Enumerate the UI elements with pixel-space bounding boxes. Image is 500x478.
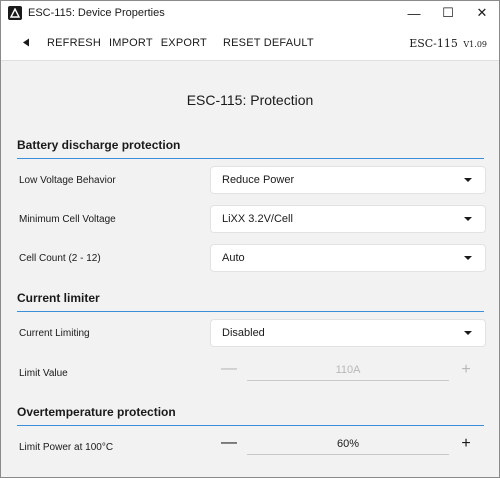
low-voltage-select[interactable]: Reduce Power — [211, 167, 485, 193]
cell-count-label: Cell Count (2 - 12) — [19, 253, 101, 264]
chevron-down-icon — [464, 217, 472, 221]
limit-power-label: Limit Power at 100°C — [19, 442, 114, 453]
close-icon[interactable]: ✕ — [465, 1, 499, 25]
reset-default-button[interactable]: RESET DEFAULT — [223, 37, 314, 49]
window-title: ESC-115: Device Properties — [28, 7, 165, 19]
min-cell-voltage-label: Minimum Cell Voltage — [19, 214, 116, 225]
section-header-overtemperature: Overtemperature protection — [17, 405, 484, 426]
current-limiting-label: Current Limiting — [19, 328, 90, 339]
firmware-version: V1.09 — [463, 40, 487, 49]
section-header-current-limiter: Current limiter — [17, 291, 484, 312]
cell-count-select[interactable]: Auto — [211, 245, 485, 271]
title-bar[interactable]: ESC-115: Device Properties — ☐ ✕ — [1, 1, 499, 25]
chevron-down-icon — [464, 178, 472, 182]
page-title: ESC-115: Protection — [186, 92, 314, 108]
device-model-label: ESC-115 V1.09 — [409, 37, 487, 50]
protection-panel: ESC-115: Protection Battery discharge pr… — [1, 62, 499, 477]
minimize-icon[interactable]: — — [397, 1, 431, 25]
export-button[interactable]: EXPORT — [161, 37, 207, 49]
maximize-icon[interactable]: ☐ — [431, 1, 465, 25]
min-cell-voltage-value: LiXX 3.2V/Cell — [222, 213, 293, 225]
low-voltage-value: Reduce Power — [222, 174, 295, 186]
window-controls: — ☐ ✕ — [397, 1, 499, 25]
limit-value-increment-button[interactable]: + — [458, 361, 474, 379]
section-header-battery: Battery discharge protection — [17, 138, 484, 159]
device-model: ESC-115 — [409, 37, 458, 50]
current-limiting-select[interactable]: Disabled — [211, 320, 485, 346]
limit-value-decrement-button[interactable]: — — [221, 360, 237, 378]
limit-power-field[interactable]: 60% — [247, 438, 449, 455]
chevron-down-icon — [464, 331, 472, 335]
limit-power-increment-button[interactable]: + — [458, 435, 474, 453]
low-voltage-label: Low Voltage Behavior — [19, 175, 116, 186]
import-button[interactable]: IMPORT — [109, 37, 153, 49]
limit-power-decrement-button[interactable]: — — [221, 434, 237, 452]
limit-value-label: Limit Value — [19, 368, 68, 379]
current-limiting-value: Disabled — [222, 327, 265, 339]
device-properties-window: ESC-115: Device Properties — ☐ ✕ REFRESH… — [0, 0, 500, 478]
limit-value-field[interactable]: 110A — [247, 364, 449, 381]
chevron-down-icon — [464, 256, 472, 260]
min-cell-voltage-select[interactable]: LiXX 3.2V/Cell — [211, 206, 485, 232]
app-logo-icon — [8, 6, 22, 20]
cell-count-value: Auto — [222, 252, 245, 264]
back-triangle-icon[interactable] — [19, 36, 33, 50]
toolbar: REFRESH IMPORT EXPORT RESET DEFAULT ESC-… — [1, 25, 499, 61]
refresh-button[interactable]: REFRESH — [47, 37, 101, 49]
